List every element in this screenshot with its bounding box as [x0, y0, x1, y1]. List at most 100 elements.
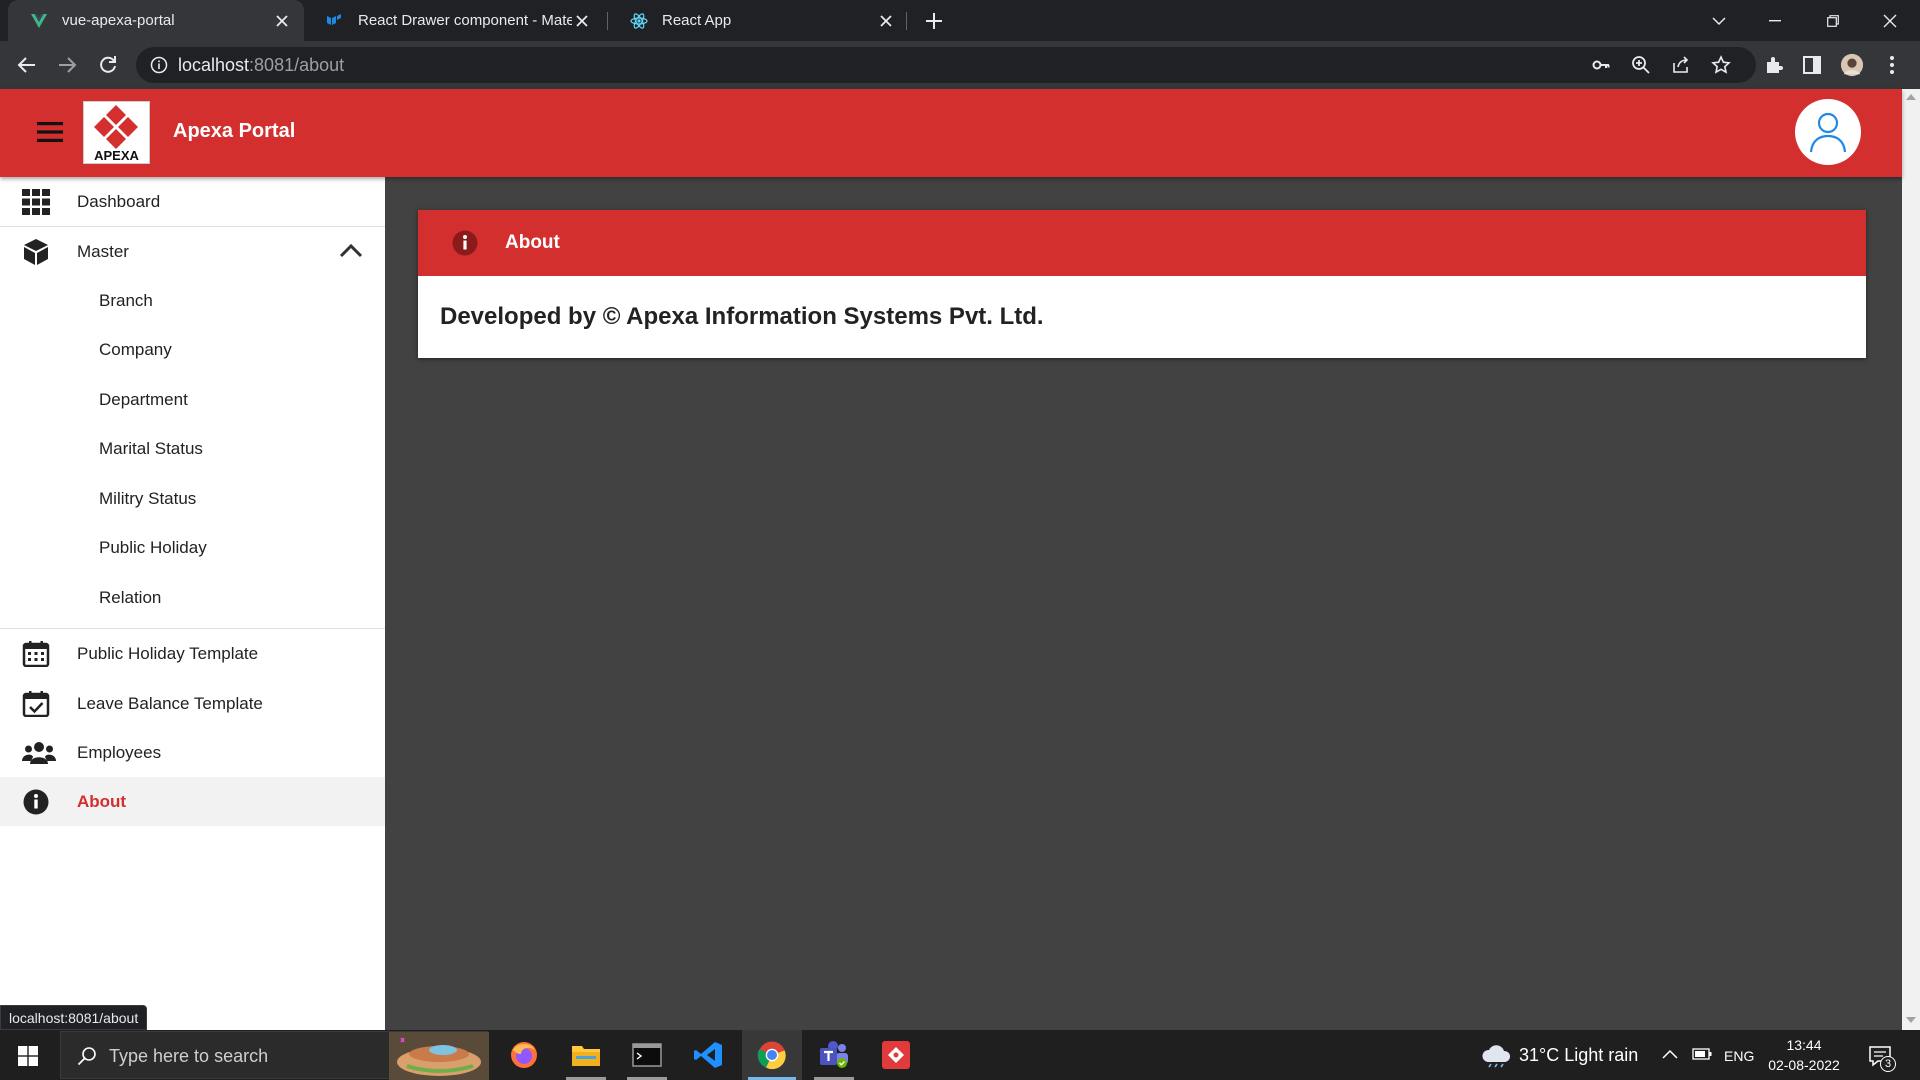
- taskbar-git-client[interactable]: [866, 1030, 926, 1080]
- folder-icon: [572, 1046, 600, 1066]
- firefox-icon: [511, 1042, 537, 1068]
- nav-item-relation[interactable]: Relation: [0, 573, 385, 622]
- key-icon[interactable]: [1591, 55, 1611, 75]
- nav-label: Company: [99, 340, 172, 359]
- browser-menu-icon[interactable]: [1880, 53, 1904, 77]
- reload-icon[interactable]: [96, 53, 120, 77]
- page-scrollbar[interactable]: [1902, 89, 1920, 1030]
- nav-label: Marital Status: [99, 439, 203, 458]
- scroll-up-icon[interactable]: [1906, 93, 1916, 101]
- user-account-button[interactable]: [1795, 99, 1861, 165]
- zoom-icon[interactable]: [1631, 55, 1651, 75]
- scroll-down-icon[interactable]: [1906, 1016, 1916, 1024]
- tab-separator: [906, 12, 907, 30]
- main-content: About Developed by © Apexa Information S…: [385, 177, 1902, 1030]
- menu-icon[interactable]: [37, 121, 63, 143]
- git-icon: [882, 1041, 910, 1069]
- restore-icon[interactable]: [1820, 8, 1846, 34]
- logo-text: APEXA: [94, 148, 139, 163]
- cube-icon: [24, 239, 48, 265]
- tab-title: React Drawer component - Mate: [358, 12, 572, 29]
- nav-label: About: [77, 792, 127, 811]
- search-icon: [77, 1047, 96, 1066]
- nav-item-master[interactable]: Master: [0, 227, 385, 276]
- close-tab-icon[interactable]: [272, 11, 292, 31]
- bookmark-star-icon[interactable]: [1711, 55, 1731, 75]
- taskbar-search-input[interactable]: Type here to search: [60, 1031, 489, 1080]
- nav-item-public-holiday-template[interactable]: Public Holiday Template: [0, 629, 385, 678]
- nav-item-branch[interactable]: Branch: [0, 276, 385, 325]
- back-icon[interactable]: [15, 53, 39, 77]
- nav-label: Employees: [77, 743, 162, 762]
- clock-time: 13:44: [1786, 1037, 1822, 1053]
- info-icon: [23, 789, 49, 815]
- about-card: About Developed by © Apexa Information S…: [418, 210, 1866, 358]
- nav-item-leave-balance-template[interactable]: Leave Balance Template: [0, 679, 385, 728]
- close-tab-icon[interactable]: [876, 11, 896, 31]
- nav-item-dashboard[interactable]: Dashboard: [0, 177, 385, 226]
- side-panel-icon[interactable]: [1800, 53, 1824, 77]
- forward-icon[interactable]: [55, 53, 79, 77]
- close-tab-icon[interactable]: [572, 11, 592, 31]
- app-bar: APEXA Apexa Portal: [0, 89, 1902, 177]
- weather-text[interactable]: 31°C Light rain: [1519, 1045, 1638, 1066]
- nav-item-company[interactable]: Company: [0, 325, 385, 374]
- notification-count-badge: 3: [1880, 1056, 1896, 1072]
- nav-item-about[interactable]: About: [0, 777, 385, 826]
- profile-avatar[interactable]: [1840, 53, 1864, 77]
- teams-icon: [820, 1041, 848, 1068]
- users-icon: [22, 742, 56, 764]
- search-placeholder: Type here to search: [109, 1046, 269, 1066]
- nav-label: Militry Status: [99, 489, 197, 508]
- nav-label: Leave Balance Template: [77, 694, 263, 713]
- user-icon: [1809, 112, 1847, 153]
- url-path: :8081/about: [249, 55, 345, 75]
- calendar-check-icon: [22, 691, 50, 717]
- app-title: Apexa Portal: [173, 120, 296, 142]
- show-hidden-icons-chevron-icon[interactable]: [1662, 1049, 1678, 1059]
- tab-search-icon[interactable]: [1706, 8, 1732, 34]
- chrome-icon: [757, 1041, 786, 1070]
- nav-drawer: Dashboard Master Branch Company Departme…: [0, 177, 385, 1030]
- tab-react-app[interactable]: React App: [608, 0, 908, 41]
- chevron-up-icon[interactable]: [338, 241, 364, 261]
- mui-icon: [327, 13, 341, 25]
- react-icon: [630, 12, 648, 29]
- taskbar-teams[interactable]: [804, 1030, 864, 1080]
- taskbar-file-explorer[interactable]: [556, 1030, 616, 1080]
- language-indicator[interactable]: ENG: [1724, 1048, 1754, 1064]
- nav-item-public-holiday[interactable]: Public Holiday: [0, 523, 385, 572]
- card-title: About: [505, 232, 560, 253]
- tab-title: React App: [662, 12, 732, 29]
- tab-react-drawer[interactable]: React Drawer component - Mate: [304, 0, 604, 41]
- battery-icon[interactable]: [1692, 1047, 1712, 1061]
- tab-title: vue-apexa-portal: [62, 12, 175, 29]
- minimize-icon[interactable]: [1762, 8, 1788, 34]
- windows-start-icon[interactable]: [18, 1046, 38, 1066]
- browser-tab-strip: vue-apexa-portal React Drawer component …: [0, 0, 1920, 41]
- tab-vue-apexa-portal[interactable]: vue-apexa-portal: [8, 0, 304, 41]
- terminal-icon: [632, 1043, 662, 1067]
- taskbar-chrome[interactable]: [742, 1030, 802, 1080]
- address-bar[interactable]: localhost:8081/about: [136, 47, 1756, 83]
- nav-item-militry-status[interactable]: Militry Status: [0, 474, 385, 523]
- share-icon[interactable]: [1671, 55, 1691, 75]
- nav-label: Relation: [99, 588, 162, 607]
- clock-date: 02-08-2022: [1768, 1057, 1840, 1073]
- clock[interactable]: 13:44 02-08-2022: [1764, 1035, 1844, 1075]
- nav-label: Department: [99, 390, 188, 409]
- search-highlight-illustration: [389, 1032, 489, 1080]
- new-tab-icon[interactable]: [922, 9, 946, 33]
- nav-item-marital-status[interactable]: Marital Status: [0, 424, 385, 473]
- taskbar-vscode[interactable]: [678, 1030, 738, 1080]
- grid-icon: [22, 189, 50, 215]
- taskbar-terminal[interactable]: [617, 1030, 677, 1080]
- close-window-icon[interactable]: [1877, 8, 1903, 34]
- extensions-icon[interactable]: [1762, 53, 1786, 77]
- site-info-icon[interactable]: [150, 56, 168, 74]
- nav-item-department[interactable]: Department: [0, 375, 385, 424]
- card-header: About: [418, 210, 1866, 276]
- nav-item-employees[interactable]: Employees: [0, 728, 385, 777]
- taskbar-firefox[interactable]: [494, 1030, 554, 1080]
- apexa-logo: APEXA: [83, 101, 150, 164]
